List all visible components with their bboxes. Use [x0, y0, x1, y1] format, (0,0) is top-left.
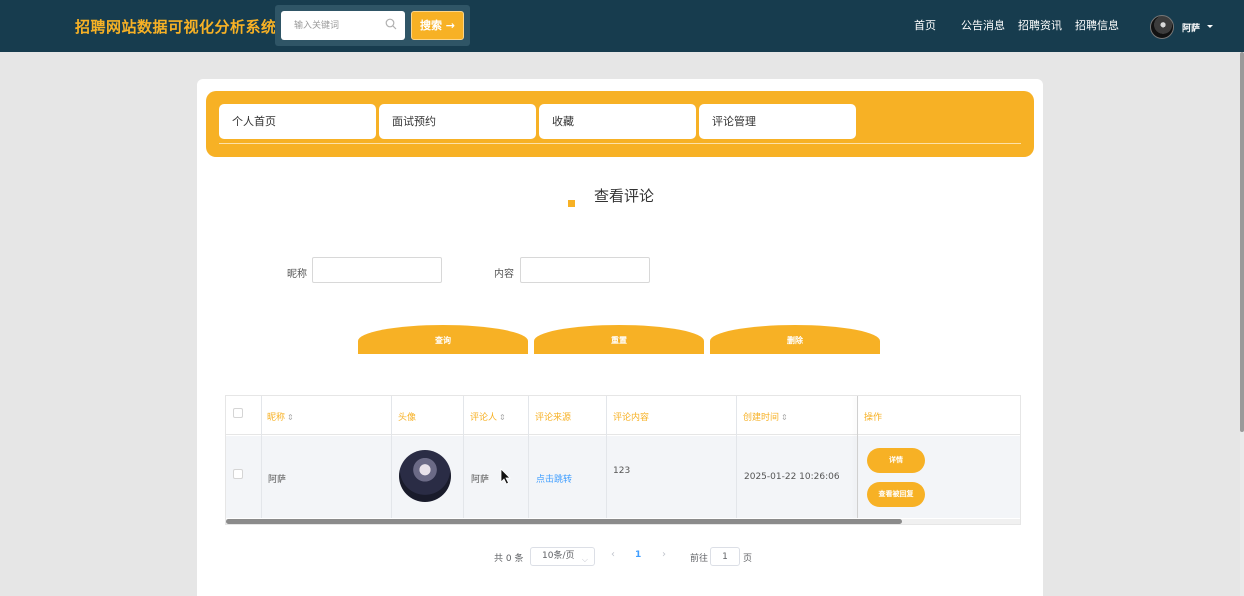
column-header-nickname[interactable]: 昵称 ⇕: [267, 410, 294, 423]
pagination-total: 共 0 条: [494, 554, 524, 564]
page-size-value: 10条/页: [542, 551, 575, 561]
column-header-avatar: 头像: [398, 413, 417, 423]
nav-recruit-news[interactable]: 招聘资讯: [1018, 17, 1062, 33]
row-checkbox[interactable]: [233, 469, 243, 479]
tab-profile-home[interactable]: 个人首页: [219, 104, 376, 139]
column-divider: [606, 396, 607, 518]
column-divider: [463, 396, 464, 518]
next-page-icon[interactable]: ›: [662, 549, 666, 560]
cell-created-time: 2025-01-22 10:26:06: [744, 472, 840, 482]
column-header-label: 评论人: [470, 413, 498, 423]
search-icon[interactable]: [385, 18, 397, 30]
cell-commenter: 阿萨: [471, 475, 490, 485]
page-title: 查看评论: [594, 187, 655, 205]
tab-comment-management[interactable]: 评论管理: [699, 104, 856, 139]
tabs-divider: [219, 143, 1021, 144]
column-divider: [528, 396, 529, 518]
nickname-input[interactable]: [312, 257, 442, 283]
sort-icon[interactable]: ⇕: [781, 413, 788, 422]
center-tabs: 个人首页 面试预约 收藏 评论管理: [206, 91, 1034, 157]
tab-favorites[interactable]: 收藏: [539, 104, 696, 139]
user-avatar[interactable]: [1150, 15, 1174, 39]
column-header-content: 评论内容: [613, 413, 650, 423]
content-input[interactable]: [520, 257, 650, 283]
cell-content: 123: [613, 466, 631, 476]
view-replies-button[interactable]: 查看被回复: [867, 482, 925, 507]
page-unit-label: 页: [743, 554, 753, 564]
cell-nickname: 阿萨: [268, 475, 287, 485]
detail-button[interactable]: 详情: [867, 448, 925, 473]
search-button[interactable]: 搜索 →: [411, 11, 464, 40]
comments-table: 昵称 ⇕ 头像 评论人 ⇕ 评论来源 评论内容 创建时间 ⇕ 操作 阿萨 阿萨 点击跳…: [225, 395, 1021, 525]
fixed-column-divider: [857, 396, 858, 518]
table-header: 昵称 ⇕ 头像 评论人 ⇕ 评论来源 评论内容 创建时间 ⇕ 操作: [226, 396, 1020, 435]
title-marker-icon: [568, 200, 575, 207]
column-header-commenter[interactable]: 评论人 ⇕: [470, 410, 506, 423]
chevron-down-icon[interactable]: [1207, 25, 1213, 28]
select-all-checkbox[interactable]: [233, 408, 243, 418]
column-divider: [261, 396, 262, 518]
nav-job-info[interactable]: 招聘信息: [1075, 17, 1119, 33]
column-header-actions: 操作: [864, 413, 883, 423]
delete-button[interactable]: 删除: [710, 325, 880, 354]
query-button[interactable]: 查询: [358, 325, 528, 354]
goto-page-input[interactable]: [710, 547, 740, 566]
table-row: 阿萨 阿萨 点击跳转 123 2025-01-22 10:26:06 详情 查看…: [226, 436, 1020, 518]
nav-announcements[interactable]: 公告消息: [961, 17, 1005, 33]
user-name[interactable]: 阿萨: [1182, 21, 1200, 34]
prev-page-icon[interactable]: ‹: [611, 549, 615, 560]
sort-icon[interactable]: ⇕: [287, 413, 294, 422]
nickname-label: 昵称: [287, 269, 307, 280]
mouse-cursor-icon: [500, 468, 511, 485]
column-header-source: 评论来源: [535, 413, 572, 423]
chevron-down-icon: ⌵: [581, 555, 588, 564]
page-number-current[interactable]: 1: [635, 550, 641, 560]
column-divider: [736, 396, 737, 518]
search-box: 搜索 →: [275, 5, 470, 46]
content-card: 个人首页 面试预约 收藏 评论管理 查看评论 昵称 内容 查询 重置 删除 昵称…: [197, 79, 1043, 596]
column-divider: [391, 396, 392, 518]
column-header-created[interactable]: 创建时间 ⇕: [743, 410, 788, 423]
page-size-select[interactable]: 10条/页 ⌵: [530, 547, 595, 566]
site-title[interactable]: 招聘网站数据可视化分析系统: [75, 16, 277, 37]
content-label: 内容: [494, 269, 514, 280]
top-navbar: 招聘网站数据可视化分析系统 搜索 → 首页 公告消息 招聘资讯 招聘信息 阿萨: [0, 0, 1244, 52]
nav-home[interactable]: 首页: [914, 17, 936, 33]
goto-label: 前往: [690, 554, 709, 564]
sort-icon[interactable]: ⇕: [499, 413, 506, 422]
column-header-label: 创建时间: [743, 413, 780, 423]
tab-interview-booking[interactable]: 面试预约: [379, 104, 536, 139]
source-link[interactable]: 点击跳转: [536, 472, 572, 485]
horizontal-scrollbar[interactable]: [226, 519, 902, 524]
page-scrollbar[interactable]: [1240, 52, 1244, 432]
reset-button[interactable]: 重置: [534, 325, 704, 354]
column-header-label: 昵称: [267, 413, 286, 423]
comment-avatar-image: [399, 450, 451, 502]
